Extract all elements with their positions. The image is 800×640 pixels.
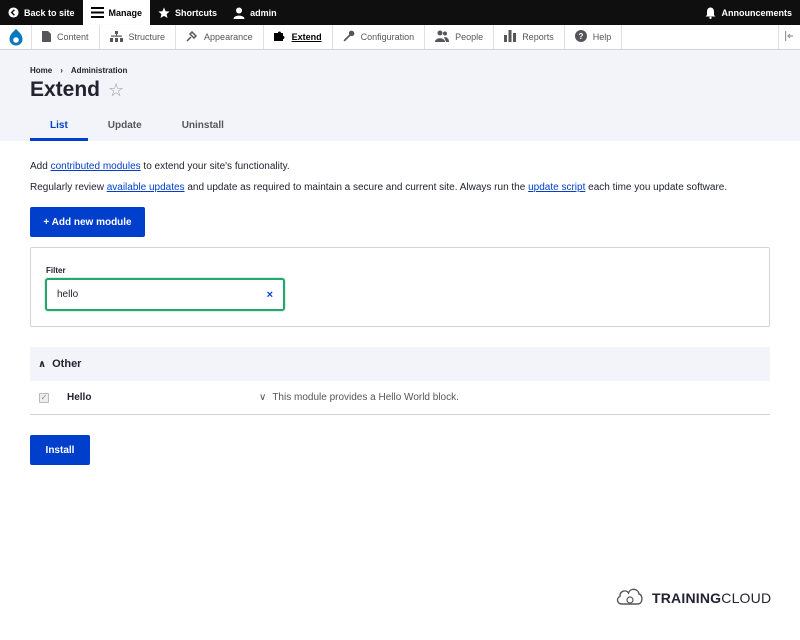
tab-uninstall[interactable]: Uninstall: [162, 114, 244, 141]
shortcuts-label: Shortcuts: [175, 7, 218, 18]
breadcrumb-home[interactable]: Home: [30, 66, 52, 75]
tab-list[interactable]: List: [30, 114, 88, 141]
back-arrow-icon: [8, 7, 19, 18]
trainingcloud-logo: TRAININGCLOUD: [614, 584, 771, 611]
intro-text: Regularly review: [30, 182, 107, 193]
add-new-module-button[interactable]: + Add new module: [30, 207, 145, 237]
tray-item-extend[interactable]: Extend: [264, 25, 333, 49]
module-description: This module provides a Hello World block…: [272, 392, 459, 403]
star-icon: [158, 7, 170, 19]
user-icon: [233, 7, 245, 19]
tray-item-reports[interactable]: Reports: [494, 25, 565, 49]
announcements-tab[interactable]: Announcements: [697, 0, 800, 25]
brand-text-bold: TRAINING: [652, 589, 722, 606]
user-label: admin: [250, 7, 277, 18]
back-to-site-link[interactable]: Back to site: [0, 0, 83, 25]
bar-chart-icon: [504, 30, 517, 44]
sitemap-icon: [109, 30, 123, 44]
filter-panel: Filter hello ×: [30, 247, 770, 327]
tray-item-label: People: [455, 32, 484, 42]
tray-item-label: Extend: [291, 32, 322, 42]
filter-label: Filter: [46, 266, 66, 275]
paint-icon: [186, 30, 198, 44]
brand-text-light: CLOUD: [721, 589, 772, 606]
module-name: Hello: [67, 392, 92, 403]
tab-update[interactable]: Update: [88, 114, 162, 141]
cloud-icon: [614, 584, 644, 611]
intro-line-2: Regularly review available updates and u…: [30, 182, 727, 193]
module-checkbox[interactable]: ✓: [39, 392, 49, 403]
breadcrumb-administration[interactable]: Administration: [71, 66, 127, 75]
tray-item-configuration[interactable]: Configuration: [333, 25, 426, 49]
tray-item-structure[interactable]: Structure: [100, 25, 177, 49]
intro-line-1: Add contributed modules to extend your s…: [30, 161, 290, 172]
module-group-toggle[interactable]: ∧ Other: [30, 347, 770, 381]
user-tab[interactable]: admin: [225, 0, 285, 25]
shortcuts-tab[interactable]: Shortcuts: [150, 0, 225, 25]
page-title: Extend ☆: [30, 78, 124, 102]
module-group-name: Other: [52, 358, 82, 370]
back-to-site-label: Back to site: [24, 7, 75, 18]
chevron-up-icon: ∧: [38, 358, 47, 370]
page-title-text: Extend: [30, 78, 101, 101]
collapse-icon: [784, 30, 795, 44]
intro-text: and update as required to maintain a sec…: [184, 182, 529, 193]
tray-item-content[interactable]: Content: [32, 25, 100, 49]
filter-input-value: hello: [57, 289, 79, 300]
chevron-down-icon: ∨: [259, 392, 267, 403]
drupal-logo[interactable]: [0, 25, 32, 49]
tray-item-label: Appearance: [204, 32, 253, 42]
file-icon: [42, 30, 51, 44]
svg-text:?: ?: [578, 32, 583, 41]
tray-spacer: [622, 25, 778, 49]
page-header: Home › Administration Extend ☆ List Upda…: [0, 50, 800, 141]
brand-text: TRAININGCLOUD: [652, 590, 771, 606]
bell-icon: [705, 7, 716, 19]
puzzle-icon: [273, 30, 286, 44]
shortcut-star-icon[interactable]: ☆: [108, 80, 124, 101]
install-button[interactable]: Install: [30, 435, 90, 465]
manage-label: Manage: [108, 7, 143, 18]
primary-tabs: List Update Uninstall: [30, 114, 244, 141]
tray-item-label: Structure: [128, 32, 166, 42]
intro-text: each time you update software.: [585, 182, 728, 193]
available-updates-link[interactable]: available updates: [107, 182, 185, 193]
intro-text: Add: [30, 161, 51, 172]
clear-filter-icon[interactable]: ×: [267, 289, 273, 301]
breadcrumb: Home › Administration: [30, 66, 127, 75]
tray-orientation-toggle[interactable]: [778, 25, 800, 49]
admin-toolbar: Back to site Manage Shortcuts admin Anno…: [0, 0, 800, 25]
hamburger-menu-icon: [90, 7, 104, 18]
help-icon: ?: [574, 30, 587, 44]
tray-item-people[interactable]: People: [425, 25, 495, 49]
breadcrumb-separator: ›: [60, 66, 63, 75]
tray-item-appearance[interactable]: Appearance: [176, 25, 264, 49]
tray-item-label: Content: [57, 32, 89, 42]
tray-item-label: Configuration: [360, 32, 415, 42]
tray-item-label: Help: [592, 32, 612, 42]
table-row: ✓ Hello ∨ This module provides a Hello W…: [30, 381, 770, 415]
tray-item-help[interactable]: ? Help: [565, 25, 623, 49]
wrench-icon: [343, 30, 355, 44]
update-script-link[interactable]: update script: [528, 182, 585, 193]
tray-item-label: Reports: [522, 32, 554, 42]
admin-menu-tray: Content Structure Appearance Extend Conf…: [0, 25, 800, 50]
contributed-modules-link[interactable]: contributed modules: [51, 161, 141, 172]
intro-text: to extend your site's functionality.: [140, 161, 290, 172]
announcements-label: Announcements: [721, 7, 792, 18]
module-description-toggle[interactable]: ∨ This module provides a Hello World blo…: [259, 392, 459, 403]
people-icon: [435, 30, 450, 44]
filter-input[interactable]: hello ×: [45, 278, 285, 311]
manage-tab[interactable]: Manage: [82, 0, 151, 25]
